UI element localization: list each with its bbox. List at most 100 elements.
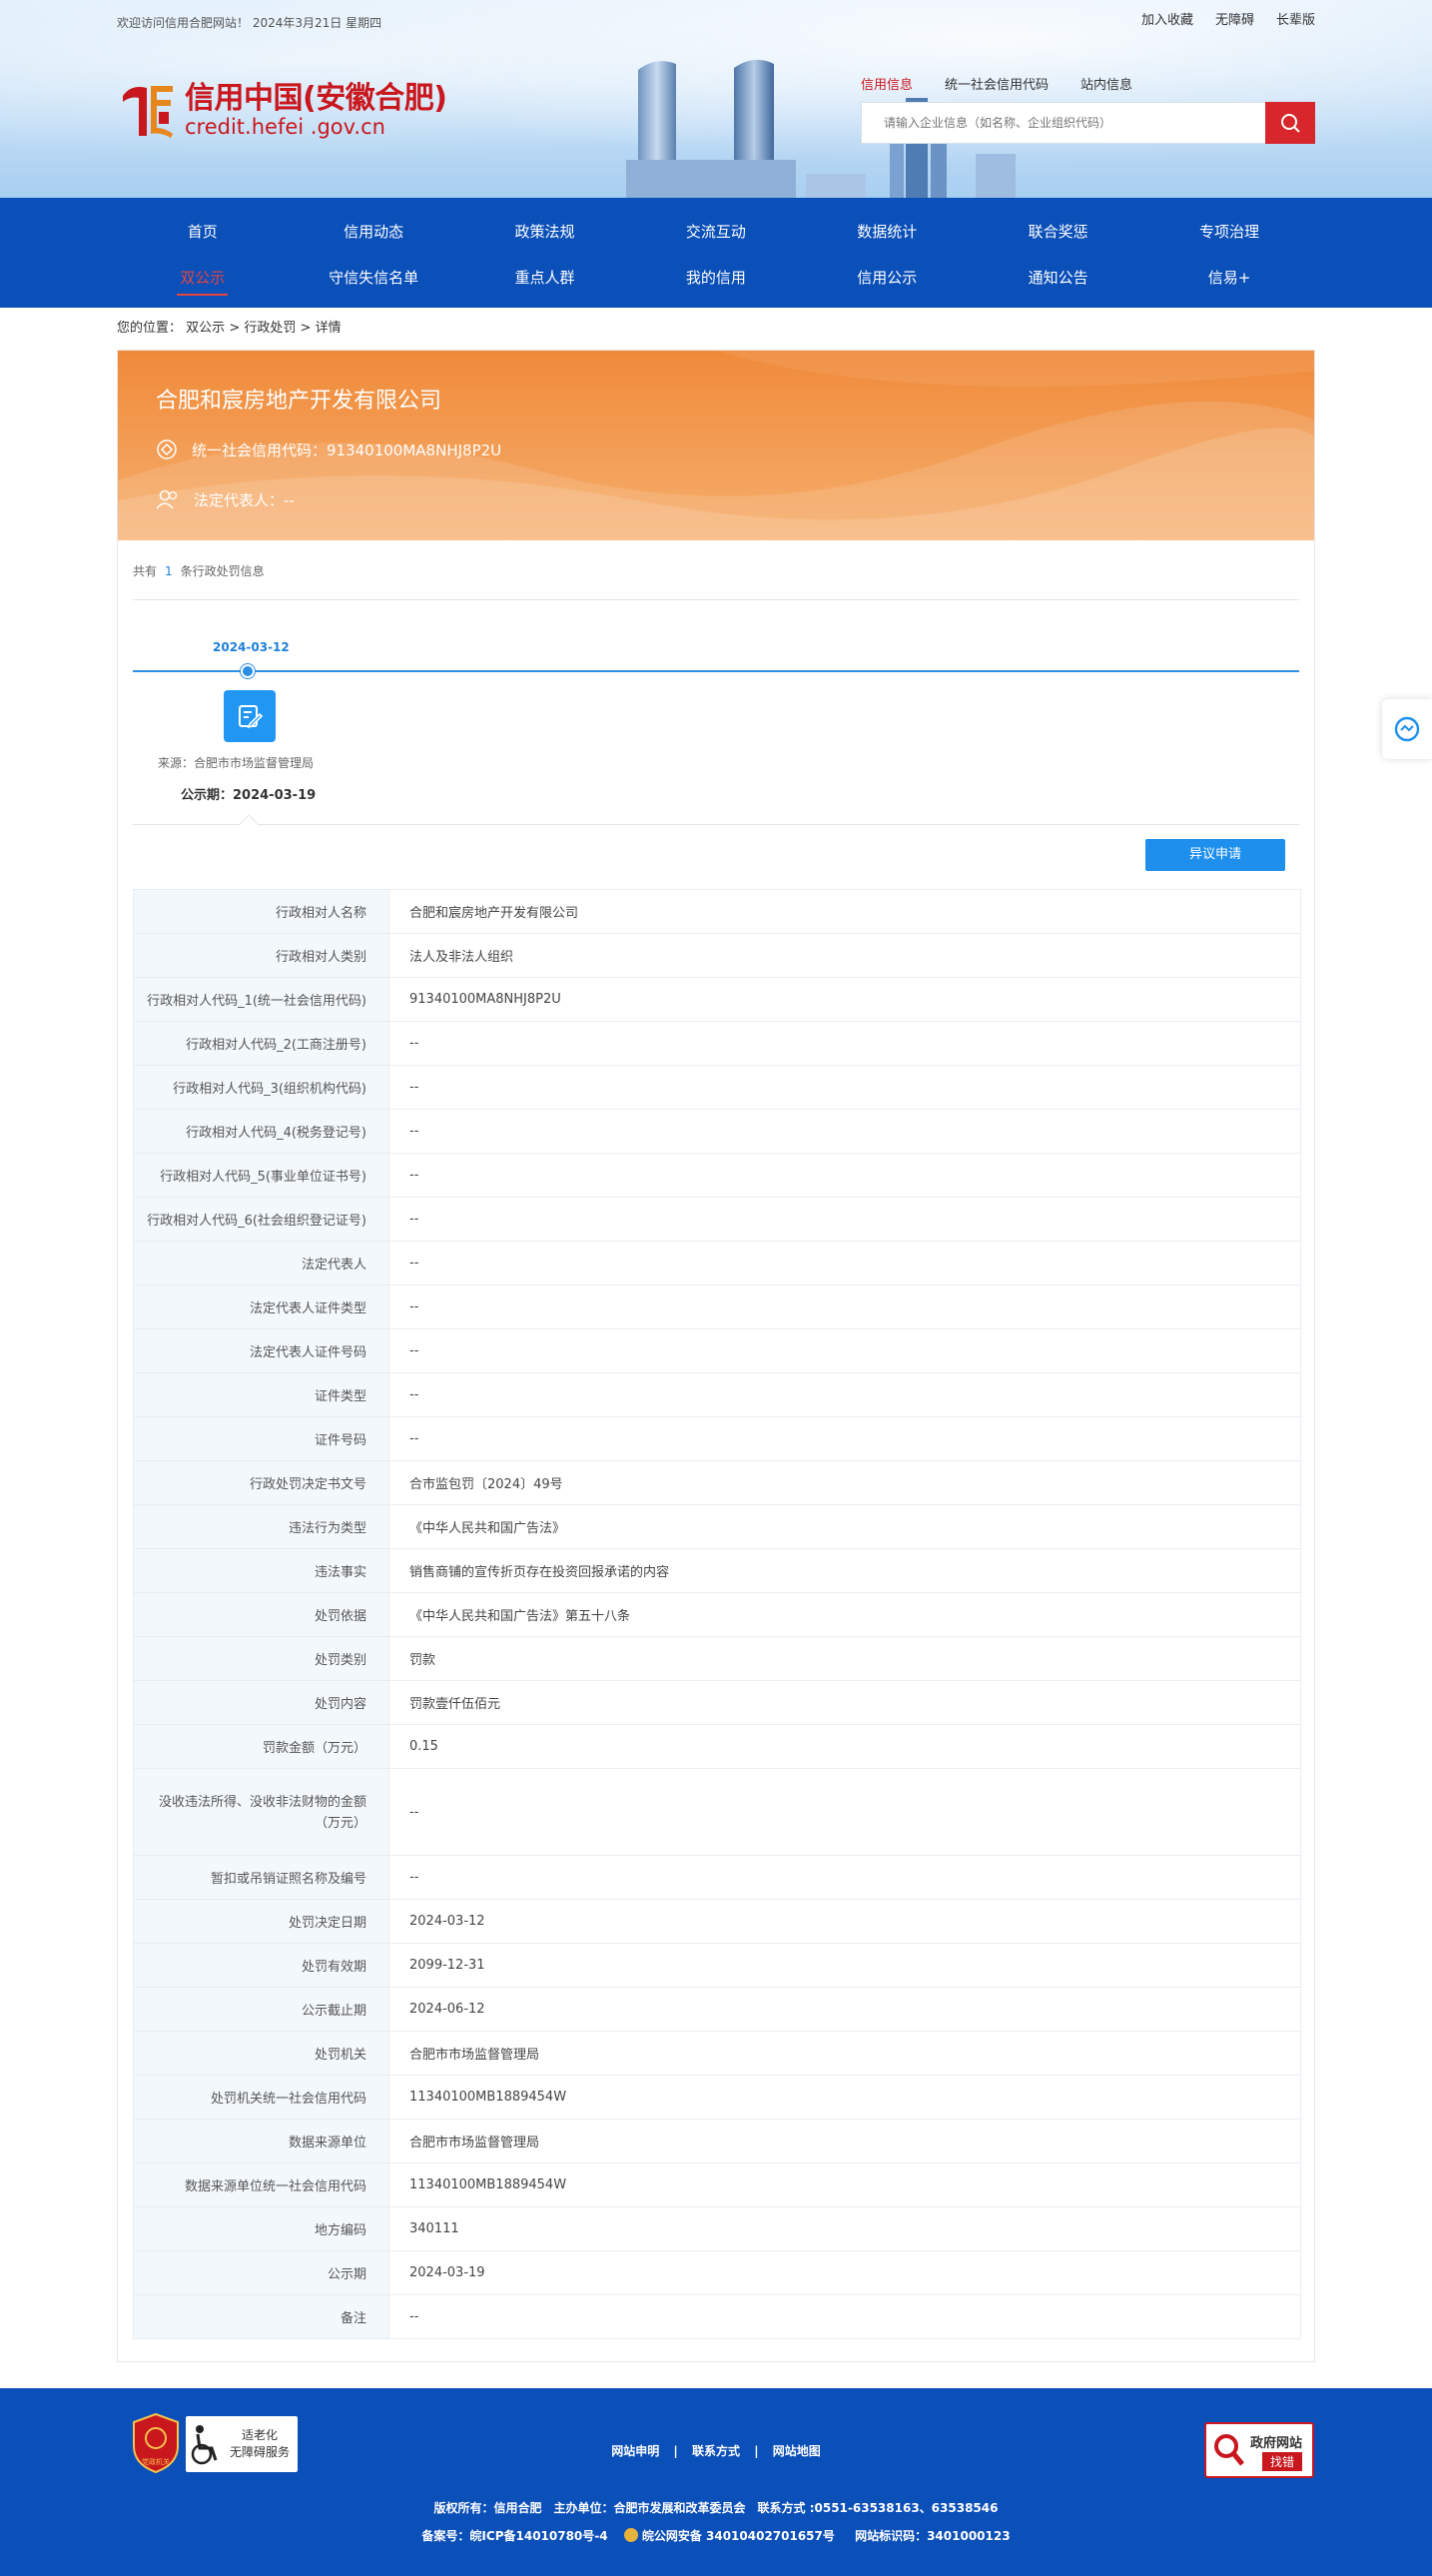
- detail-field-value: 11340100MB1889454W: [388, 2075, 1301, 2120]
- main-nav: 首页 信用动态 政策法规 交流互动 数据统计 联合奖惩 专项治理 双公示 守信失…: [0, 198, 1432, 308]
- detail-row: 地方编码 340111: [133, 2206, 1301, 2251]
- detail-field-value: 合市监包罚〔2024〕49号: [388, 1460, 1301, 1505]
- company-header: 合肥和宸房地产开发有限公司 统一社会信用代码：91340100MA8NHJ8P2…: [118, 351, 1314, 540]
- detail-field-value: --: [388, 1065, 1301, 1110]
- footer-icp[interactable]: 备案号：皖ICP备14010780号-4: [421, 2529, 607, 2543]
- timeline-line: [133, 670, 1299, 672]
- detail-field-value: 11340100MB1889454W: [388, 2162, 1301, 2207]
- footer-link-statement[interactable]: 网站申明: [611, 2444, 659, 2458]
- credit-code-icon: [157, 439, 177, 459]
- breadcrumb-item-penalty[interactable]: 行政处罚: [244, 321, 296, 336]
- gov-site-error-report[interactable]: 政府网站 找错: [1204, 2422, 1314, 2478]
- site-footer: 党政机关 适老化 无障碍服务 网站申明 | 联系方式 | 网站地图 版权所有：信…: [0, 2388, 1432, 2576]
- nav-key-groups[interactable]: 重点人群: [459, 267, 630, 288]
- timeline-dot[interactable]: [241, 664, 255, 678]
- footer-link-contact[interactable]: 联系方式: [692, 2444, 740, 2458]
- detail-field-label: 暂扣或吊销证照名称及编号: [133, 1855, 389, 1900]
- breadcrumb-separator: >: [300, 321, 312, 336]
- footer-link-sitemap[interactable]: 网站地图: [773, 2444, 821, 2458]
- detail-row: 证件号码 --: [133, 1416, 1301, 1461]
- nav-statistics[interactable]: 数据统计: [802, 221, 973, 242]
- nav-home[interactable]: 首页: [117, 221, 288, 242]
- detail-field-value: --: [388, 1372, 1301, 1417]
- breadcrumb: 您的位置： 双公示 > 行政处罚 > 详情: [117, 308, 1315, 350]
- breadcrumb-item-detail: 详情: [315, 321, 342, 336]
- detail-row: 违法行为类型 《中华人民共和国广告法》: [133, 1504, 1301, 1549]
- footer-site-code: 网站标识码：3401000123: [855, 2529, 1011, 2543]
- nav-credit-publicity[interactable]: 信用公示: [802, 267, 973, 288]
- logo-title-cn: 信用中国(安徽合肥): [185, 81, 447, 116]
- site-logo[interactable]: 信用中国(安徽合肥) credit.hefei .gov.cn: [117, 78, 447, 144]
- nav-policy[interactable]: 政策法规: [459, 221, 630, 242]
- breadcrumb-separator: >: [229, 321, 241, 336]
- timeline-record-card[interactable]: [224, 690, 276, 742]
- detail-row: 法定代表人 --: [133, 1241, 1301, 1286]
- detail-field-value: --: [388, 1328, 1301, 1373]
- detail-field-value: 91340100MA8NHJ8P2U: [388, 977, 1301, 1022]
- search-tab-credit-info[interactable]: 信用信息: [861, 74, 913, 93]
- detail-field-value: 合肥和宸房地产开发有限公司: [388, 889, 1301, 934]
- accessibility-link[interactable]: 无障碍: [1215, 9, 1254, 28]
- detail-row: 法定代表人证件号码 --: [133, 1328, 1301, 1373]
- nav-special-governance[interactable]: 专项治理: [1143, 221, 1314, 242]
- nav-my-credit[interactable]: 我的信用: [630, 267, 801, 288]
- floating-service-button[interactable]: [1382, 699, 1432, 759]
- footer-police[interactable]: 皖公网安备 34010402701657号: [642, 2529, 835, 2543]
- footer-registration: 备案号：皖ICP备14010780号-4 皖公网安备 3401040270165…: [0, 2527, 1432, 2544]
- detail-row: 处罚依据 《中华人民共和国广告法》第五十八条: [133, 1592, 1301, 1637]
- nav-interaction[interactable]: 交流互动: [630, 221, 801, 242]
- detail-field-label: 行政相对人代码_5(事业单位证书号): [133, 1153, 389, 1198]
- detail-field-label: 行政相对人代码_3(组织机构代码): [133, 1065, 389, 1110]
- detail-row: 行政相对人代码_3(组织机构代码) --: [133, 1065, 1301, 1110]
- nav-credit-news[interactable]: 信用动态: [288, 221, 458, 242]
- detail-field-label: 法定代表人: [133, 1241, 389, 1286]
- detail-row: 行政处罚决定书文号 合市监包罚〔2024〕49号: [133, 1460, 1301, 1505]
- detail-row: 行政相对人代码_2(工商注册号) --: [133, 1021, 1301, 1066]
- detail-field-label: 证件号码: [133, 1416, 389, 1461]
- detail-row: 行政相对人代码_5(事业单位证书号) --: [133, 1153, 1301, 1198]
- search-tab-site-info[interactable]: 站内信息: [1080, 74, 1132, 93]
- detail-field-value: 《中华人民共和国广告法》第五十八条: [388, 1592, 1301, 1637]
- objection-button[interactable]: 异议申请: [1145, 839, 1285, 871]
- breadcrumb-label: 您的位置：: [117, 321, 183, 336]
- detail-field-label: 数据来源单位: [133, 2119, 389, 2163]
- detail-field-label: 处罚决定日期: [133, 1899, 389, 1944]
- edit-document-icon: [239, 705, 264, 729]
- detail-field-label: 行政相对人名称: [133, 889, 389, 934]
- timeline-pointer: [239, 815, 259, 825]
- add-favorite-link[interactable]: 加入收藏: [1141, 9, 1193, 28]
- detail-row: 违法事实 销售商铺的宣传折页存在投资回报承诺的内容: [133, 1548, 1301, 1593]
- detail-field-value: --: [388, 1241, 1301, 1286]
- nav-reward-punish[interactable]: 联合奖惩: [973, 221, 1143, 242]
- nav-double-public[interactable]: 双公示: [117, 267, 288, 296]
- breadcrumb-item-double-public[interactable]: 双公示: [186, 321, 225, 336]
- search-button[interactable]: [1265, 102, 1315, 144]
- detail-row: 处罚机关统一社会信用代码 11340100MB1889454W: [133, 2075, 1301, 2120]
- detail-row: 处罚决定日期 2024-03-12: [133, 1899, 1301, 1944]
- detail-row: 行政相对人代码_6(社会组织登记证号) --: [133, 1197, 1301, 1242]
- detail-row: 法定代表人证件类型 --: [133, 1285, 1301, 1329]
- detail-field-value: --: [388, 1021, 1301, 1066]
- detail-field-value: 2024-03-19: [388, 2250, 1301, 2295]
- detail-panel: 合肥和宸房地产开发有限公司 统一社会信用代码：91340100MA8NHJ8P2…: [117, 350, 1315, 2362]
- detail-field-label: 公示截止期: [133, 1987, 389, 2032]
- elder-version-link[interactable]: 长辈版: [1276, 9, 1315, 28]
- detail-row: 公示截止期 2024-06-12: [133, 1987, 1301, 2032]
- record-count: 共有 1 条行政处罚信息: [133, 540, 1299, 600]
- detail-field-value: --: [388, 1197, 1301, 1242]
- timeline-source: 来源：合肥市市场监督管理局: [158, 756, 315, 770]
- nav-credit-list[interactable]: 守信失信名单: [288, 267, 458, 288]
- nav-credit-plus[interactable]: 信易+: [1143, 267, 1314, 288]
- company-name: 合肥和宸房地产开发有限公司: [156, 389, 442, 414]
- search-tab-credit-code[interactable]: 统一社会信用代码: [945, 74, 1049, 93]
- service-icon: [1394, 716, 1420, 742]
- search-input[interactable]: [862, 103, 1261, 143]
- penalty-timeline: 2024-03-12 来源：合肥市市场监督管理局 公示期：2024-03-19: [133, 600, 1299, 825]
- footer-copyright: 版权所有：信用合肥 主办单位：合肥市发展和改革委员会 联系方式 :0551-63…: [433, 2501, 999, 2515]
- nav-notices[interactable]: 通知公告: [973, 267, 1143, 288]
- detail-row: 罚款金额（万元） 0.15: [133, 1724, 1301, 1769]
- detail-field-label: 行政相对人代码_4(税务登记号): [133, 1109, 389, 1154]
- logo-title-en: credit.hefei .gov.cn: [185, 115, 385, 139]
- detail-field-value: --: [388, 1416, 1301, 1461]
- detail-field-value: 销售商铺的宣传折页存在投资回报承诺的内容: [388, 1548, 1301, 1593]
